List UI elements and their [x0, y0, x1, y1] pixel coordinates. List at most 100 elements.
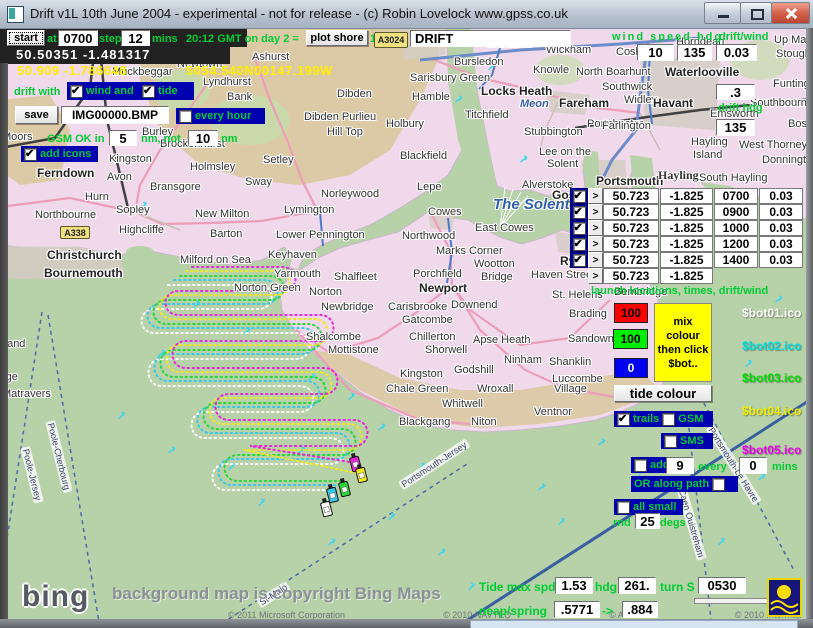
save-button[interactable]: save — [15, 106, 58, 124]
launch-row-lon[interactable]: -1.825 — [660, 204, 713, 220]
wind-and-option[interactable]: wind and — [67, 82, 142, 100]
add-icons-option[interactable]: add icons — [21, 146, 98, 162]
launch-row-checkbox-cell[interactable] — [570, 204, 588, 220]
tide-checkbox[interactable] — [142, 85, 155, 98]
add-count-input[interactable]: 9 — [666, 457, 694, 474]
launch-row-lat[interactable]: 50.723 — [603, 188, 659, 204]
not-nm-input[interactable]: 10 — [188, 130, 218, 146]
launch-row-time[interactable]: 1400 — [714, 252, 758, 268]
neap-input[interactable]: .5771 — [554, 601, 600, 618]
launch-row-goto-button[interactable]: > — [588, 188, 603, 204]
wind-and-label: wind and — [86, 85, 134, 97]
launch-row-time[interactable]: 1200 — [714, 236, 758, 252]
launch-row-checkbox-cell[interactable] — [570, 220, 588, 236]
launch-row-driftwind[interactable]: 0.03 — [759, 236, 803, 252]
minimize-button[interactable] — [704, 2, 741, 24]
every-mins-input[interactable]: 0 — [739, 457, 767, 474]
launch-row-lat[interactable]: 50.723 — [603, 220, 659, 236]
tide-hdg-input[interactable]: 261. — [618, 577, 656, 594]
launch-row-time[interactable]: 0900 — [714, 204, 758, 220]
plot-shore-button[interactable]: plot shore — [306, 30, 368, 46]
bot-icon-label[interactable]: $bot02.ico — [742, 339, 801, 353]
start-time-input[interactable]: 0700 — [58, 30, 98, 46]
sms-checkbox[interactable] — [664, 435, 677, 448]
drift-name-input[interactable]: DRIFT — [410, 30, 571, 47]
green-value-box[interactable]: 100 — [613, 329, 648, 349]
launch-row-goto-button[interactable]: > — [588, 220, 603, 236]
launch-row-time[interactable]: 0700 — [714, 188, 758, 204]
launch-row-lon[interactable]: -1.825 — [660, 220, 713, 236]
tide-colour-button[interactable]: tide colour — [614, 385, 712, 402]
sun-tide-icon[interactable] — [767, 578, 802, 617]
rnd-degs-input[interactable]: 25 — [635, 513, 660, 529]
along-path-checkbox[interactable] — [712, 478, 725, 491]
add-checkbox[interactable] — [634, 459, 647, 472]
launch-row-checkbox[interactable] — [573, 190, 586, 203]
bot-icon-label[interactable]: $bot01.ico — [742, 306, 801, 320]
launch-row-checkbox[interactable] — [573, 254, 586, 267]
launch-row-lon[interactable]: -1.825 — [660, 252, 713, 268]
every-hour-checkbox[interactable] — [179, 110, 192, 123]
red-value-box[interactable]: 100 — [614, 303, 648, 323]
trails-gsm-option[interactable]: trails GSM — [614, 411, 713, 427]
turn-time-input[interactable]: 0530 — [698, 577, 746, 594]
launch-row-driftwind[interactable]: 0.03 — [759, 188, 803, 204]
all-small-checkbox[interactable] — [617, 501, 630, 514]
launch-row-checkbox[interactable] — [573, 222, 586, 235]
launch-row-lon[interactable]: -1.825 — [660, 268, 713, 284]
launch-row-driftwind[interactable]: 0.03 — [759, 204, 803, 220]
every-hour-option[interactable]: every hour — [176, 108, 265, 124]
launch-row-checkbox[interactable] — [573, 238, 586, 251]
gps-coords-yellow: 5054.540N00147.199W — [186, 63, 333, 78]
gsm-checkbox[interactable] — [662, 413, 675, 426]
wind-checkbox[interactable] — [70, 85, 83, 98]
launch-row-checkbox-cell[interactable] — [570, 188, 588, 204]
every-hour-label: every hour — [195, 110, 251, 122]
map-copyright-text: background map is copyright Bing Maps — [112, 584, 441, 604]
launch-row-lon[interactable]: -1.825 — [660, 236, 713, 252]
launch-row-goto-button[interactable]: > — [588, 204, 603, 220]
launch-row-time[interactable]: 1000 — [714, 220, 758, 236]
sms-option[interactable]: SMS — [661, 433, 713, 449]
add-icons-checkbox[interactable] — [24, 148, 37, 161]
gsm-nm-input[interactable]: 5 — [109, 130, 137, 146]
launch-row-checkbox-cell[interactable] — [570, 252, 588, 268]
launch-row-driftwind[interactable]: 0.03 — [759, 220, 803, 236]
launch-row-goto-button[interactable]: > — [588, 236, 603, 252]
filename-input[interactable]: IMG00000.BMP — [61, 106, 169, 124]
bot-icon-label[interactable]: $bot04.ico — [742, 404, 801, 418]
title-bar[interactable]: Drift v1L 10th June 2004 - experimental … — [0, 0, 813, 29]
tide-option[interactable]: tide — [139, 82, 194, 100]
tide-slider[interactable] — [694, 598, 770, 604]
wind-hdg-input[interactable]: 135 — [677, 44, 712, 61]
start-button[interactable]: start — [7, 30, 45, 46]
bot-icon-label[interactable]: $bot05.ico — [742, 443, 801, 457]
launch-row-lat[interactable]: 50.723 — [603, 252, 659, 268]
step-input[interactable]: 12 — [121, 30, 150, 46]
maximize-button[interactable] — [740, 2, 772, 24]
spring-input[interactable]: .884 — [622, 601, 658, 618]
launch-row-goto-button[interactable]: > — [588, 252, 603, 268]
wind-speed-input[interactable]: 10 — [637, 44, 674, 61]
horizontal-scrollbar[interactable] — [470, 620, 798, 628]
drift-wind2-input[interactable]: .3 — [716, 84, 755, 100]
launch-row-goto-button[interactable]: > — [588, 268, 603, 284]
launch-row-lat[interactable]: 50.723 — [603, 236, 659, 252]
bot-icon-label[interactable]: $bot03.ico — [742, 371, 801, 385]
launch-row-lat[interactable]: 50.723 — [603, 204, 659, 220]
tide-spd-input[interactable]: 1.53 — [555, 577, 593, 594]
launch-row-checkbox-cell[interactable] — [570, 236, 588, 252]
drift-hdg-input[interactable]: 135 — [716, 119, 755, 136]
trails-checkbox[interactable] — [617, 413, 630, 426]
launch-row-driftwind[interactable]: 0.03 — [759, 252, 803, 268]
drift-wind-input[interactable]: 0.03 — [716, 44, 757, 61]
launch-row-lon[interactable]: -1.825 — [660, 188, 713, 204]
launch-row-lat[interactable]: 50.723 — [603, 268, 659, 284]
add-option[interactable]: add — [631, 457, 668, 473]
blue-value-box[interactable]: 0 — [614, 358, 648, 378]
window-title: Drift v1L 10th June 2004 - experimental … — [30, 6, 568, 21]
close-button[interactable] — [771, 2, 810, 24]
or-along-path-option[interactable]: OR along path — [631, 476, 738, 492]
neap-arrow-label: -> — [602, 604, 613, 618]
launch-row-checkbox[interactable] — [573, 206, 586, 219]
